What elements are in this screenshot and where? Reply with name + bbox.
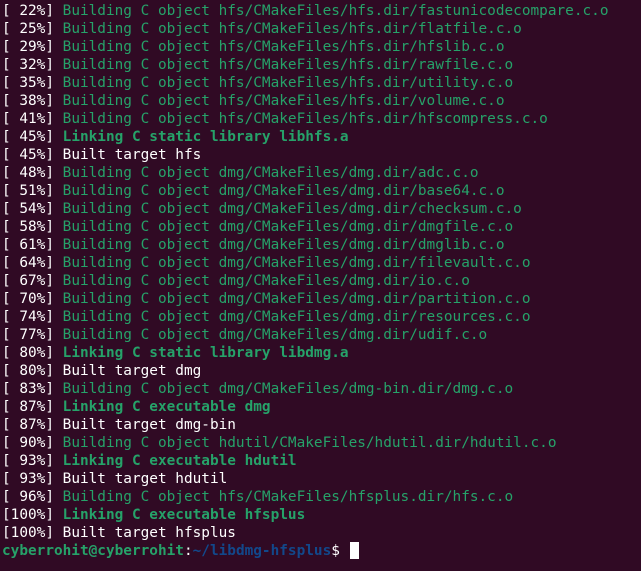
- prompt-line[interactable]: cyberrohit@cyberrohit:~/libdmg-hfsplus$: [2, 542, 641, 560]
- output-line: [ 61%] Building C object dmg/CMakeFiles/…: [2, 236, 641, 254]
- terminal-output: [ 22%] Building C object hfs/CMakeFiles/…: [2, 2, 641, 542]
- output-line: [ 93%] Linking C executable hdutil: [2, 452, 641, 470]
- build-message: Building C object dmg/CMakeFiles/dmg.dir…: [62, 291, 531, 307]
- build-message: Building C object hdutil/CMakeFiles/hdut…: [62, 435, 557, 451]
- progress-percent: [ 77%]: [2, 327, 54, 343]
- output-line: [ 77%] Building C object dmg/CMakeFiles/…: [2, 326, 641, 344]
- progress-percent: [100%]: [2, 507, 54, 523]
- progress-percent: [ 51%]: [2, 183, 54, 199]
- output-line: [ 90%] Building C object hdutil/CMakeFil…: [2, 434, 641, 452]
- prompt-separator: :: [183, 543, 193, 559]
- build-message: Linking C static library libdmg.a: [62, 345, 349, 361]
- build-message: Building C object dmg/CMakeFiles/dmg.dir…: [62, 237, 505, 253]
- output-line: [ 83%] Building C object dmg/CMakeFiles/…: [2, 380, 641, 398]
- build-message: Linking C static library libhfs.a: [62, 129, 349, 145]
- output-line: [ 35%] Building C object hfs/CMakeFiles/…: [2, 74, 641, 92]
- build-message: Building C object dmg/CMakeFiles/dmg.dir…: [62, 273, 470, 289]
- build-message: Building C object hfs/CMakeFiles/hfs.dir…: [62, 39, 505, 55]
- build-message: Building C object hfs/CMakeFiles/hfs.dir…: [62, 75, 514, 91]
- build-message: Linking C executable dmg: [62, 399, 271, 415]
- build-message: Built target hfs: [62, 147, 202, 163]
- progress-percent: [ 32%]: [2, 57, 54, 73]
- output-line: [ 45%] Built target hfs: [2, 146, 641, 164]
- output-line: [ 87%] Built target dmg-bin: [2, 416, 641, 434]
- build-message: Linking C executable hdutil: [62, 453, 297, 469]
- output-line: [ 45%] Linking C static library libhfs.a: [2, 128, 641, 146]
- terminal-window[interactable]: [ 22%] Building C object hfs/CMakeFiles/…: [0, 0, 641, 571]
- output-line: [ 64%] Building C object dmg/CMakeFiles/…: [2, 254, 641, 272]
- progress-percent: [ 35%]: [2, 75, 54, 91]
- build-message: Building C object hfs/CMakeFiles/hfs.dir…: [62, 93, 505, 109]
- build-message: Building C object dmg/CMakeFiles/dmg.dir…: [62, 165, 479, 181]
- output-line: [100%] Linking C executable hfsplus: [2, 506, 641, 524]
- output-line: [ 51%] Building C object dmg/CMakeFiles/…: [2, 182, 641, 200]
- progress-percent: [ 45%]: [2, 147, 54, 163]
- progress-percent: [ 93%]: [2, 453, 54, 469]
- progress-percent: [ 83%]: [2, 381, 54, 397]
- output-line: [100%] Built target hfsplus: [2, 524, 641, 542]
- text-cursor[interactable]: [349, 542, 359, 559]
- build-message: Building C object hfs/CMakeFiles/hfs.dir…: [62, 21, 522, 37]
- progress-percent: [ 64%]: [2, 255, 54, 271]
- output-line: [ 54%] Building C object dmg/CMakeFiles/…: [2, 200, 641, 218]
- progress-percent: [ 22%]: [2, 3, 54, 19]
- build-message: Building C object dmg/CMakeFiles/dmg-bin…: [62, 381, 514, 397]
- output-line: [ 41%] Building C object hfs/CMakeFiles/…: [2, 110, 641, 128]
- output-line: [ 70%] Building C object dmg/CMakeFiles/…: [2, 290, 641, 308]
- output-line: [ 80%] Built target dmg: [2, 362, 641, 380]
- build-message: Building C object hfs/CMakeFiles/hfs.dir…: [62, 57, 514, 73]
- progress-percent: [ 80%]: [2, 363, 54, 379]
- build-message: Building C object hfs/CMakeFiles/hfsplus…: [62, 489, 514, 505]
- build-message: Building C object dmg/CMakeFiles/dmg.dir…: [62, 327, 488, 343]
- progress-percent: [ 41%]: [2, 111, 54, 127]
- build-message: Linking C executable hfsplus: [62, 507, 306, 523]
- progress-percent: [ 74%]: [2, 309, 54, 325]
- output-line: [ 58%] Building C object dmg/CMakeFiles/…: [2, 218, 641, 236]
- progress-percent: [ 58%]: [2, 219, 54, 235]
- progress-percent: [ 70%]: [2, 291, 54, 307]
- progress-percent: [ 38%]: [2, 93, 54, 109]
- progress-percent: [ 29%]: [2, 39, 54, 55]
- output-line: [ 48%] Building C object dmg/CMakeFiles/…: [2, 164, 641, 182]
- build-message: Building C object hfs/CMakeFiles/hfs.dir…: [62, 111, 548, 127]
- progress-percent: [ 67%]: [2, 273, 54, 289]
- prompt-path: ~/libdmg-hfsplus: [192, 543, 332, 559]
- build-message: Building C object dmg/CMakeFiles/dmg.dir…: [62, 255, 531, 271]
- build-message: Building C object dmg/CMakeFiles/dmg.dir…: [62, 219, 514, 235]
- output-line: [ 25%] Building C object hfs/CMakeFiles/…: [2, 20, 641, 38]
- build-message: Building C object hfs/CMakeFiles/hfs.dir…: [62, 3, 609, 19]
- output-line: [ 38%] Building C object hfs/CMakeFiles/…: [2, 92, 641, 110]
- build-message: Built target hfsplus: [62, 525, 236, 541]
- progress-percent: [ 80%]: [2, 345, 54, 361]
- progress-percent: [ 87%]: [2, 399, 54, 415]
- prompt-symbol: $: [331, 543, 349, 559]
- output-line: [ 80%] Linking C static library libdmg.a: [2, 344, 641, 362]
- progress-percent: [ 87%]: [2, 417, 54, 433]
- output-line: [ 67%] Building C object dmg/CMakeFiles/…: [2, 272, 641, 290]
- output-line: [ 87%] Linking C executable dmg: [2, 398, 641, 416]
- build-message: Built target dmg-bin: [62, 417, 236, 433]
- progress-percent: [ 45%]: [2, 129, 54, 145]
- prompt-user-host: cyberrohit@cyberrohit: [2, 543, 184, 559]
- output-line: [ 32%] Building C object hfs/CMakeFiles/…: [2, 56, 641, 74]
- output-line: [ 22%] Building C object hfs/CMakeFiles/…: [2, 2, 641, 20]
- progress-percent: [ 96%]: [2, 489, 54, 505]
- output-line: [ 74%] Building C object dmg/CMakeFiles/…: [2, 308, 641, 326]
- build-message: Building C object dmg/CMakeFiles/dmg.dir…: [62, 183, 505, 199]
- build-message: Built target dmg: [62, 363, 202, 379]
- progress-percent: [ 90%]: [2, 435, 54, 451]
- output-line: [ 93%] Built target hdutil: [2, 470, 641, 488]
- output-line: [ 29%] Building C object hfs/CMakeFiles/…: [2, 38, 641, 56]
- progress-percent: [ 93%]: [2, 471, 54, 487]
- build-message: Building C object dmg/CMakeFiles/dmg.dir…: [62, 309, 531, 325]
- build-message: Building C object dmg/CMakeFiles/dmg.dir…: [62, 201, 522, 217]
- build-message: Built target hdutil: [62, 471, 228, 487]
- progress-percent: [ 61%]: [2, 237, 54, 253]
- output-line: [ 96%] Building C object hfs/CMakeFiles/…: [2, 488, 641, 506]
- progress-percent: [ 25%]: [2, 21, 54, 37]
- progress-percent: [ 54%]: [2, 201, 54, 217]
- progress-percent: [100%]: [2, 525, 54, 541]
- progress-percent: [ 48%]: [2, 165, 54, 181]
